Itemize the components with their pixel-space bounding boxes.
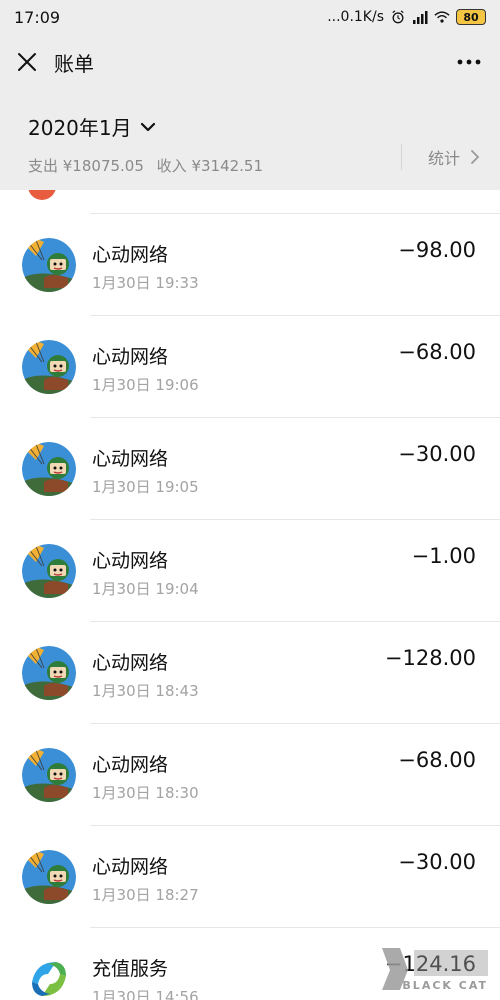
battery-icon: 80 — [456, 9, 486, 25]
net-speed: ...0.1K/s — [327, 9, 384, 25]
transaction-row[interactable]: 心动网络 1月30日 18:27 −30.00 — [0, 826, 500, 928]
game-avatar-icon — [22, 442, 76, 496]
game-avatar-icon — [22, 748, 76, 802]
transaction-time: 1月30日 19:33 — [92, 274, 199, 292]
transaction-time: 1月30日 14:56 — [92, 988, 199, 1000]
transaction-amount: −30.00 — [398, 442, 476, 466]
transaction-amount: −30.00 — [398, 850, 476, 874]
game-avatar-icon — [22, 544, 76, 598]
transaction-amount: −1.00 — [411, 544, 476, 568]
stats-link[interactable]: 统计 — [400, 144, 480, 170]
chevron-right-icon — [471, 150, 479, 164]
page-title: 账单 — [54, 51, 94, 76]
transaction-row[interactable]: 心动网络 1月30日 19:04 −1.00 — [0, 520, 500, 622]
transaction-time: 1月30日 19:06 — [92, 376, 199, 394]
month-selector[interactable]: 2020年1月 — [28, 112, 168, 141]
alarm-icon — [392, 10, 404, 24]
transaction-time: 1月30日 19:05 — [92, 478, 199, 496]
close-icon[interactable] — [16, 51, 38, 73]
merchant-name: 心动网络 — [92, 244, 169, 266]
merchant-name: 心动网络 — [92, 652, 169, 674]
partial-avatar — [28, 190, 56, 200]
merchant-name: 心动网络 — [92, 550, 169, 572]
merchant-name: 心动网络 — [92, 448, 169, 470]
status-bar: 17:09 ...0.1K/s 80 — [0, 0, 500, 34]
status-time: 17:09 — [14, 7, 61, 27]
signal-icon — [413, 11, 428, 24]
transaction-row[interactable]: 心动网络 1月30日 19:33 −98.00 — [0, 214, 500, 316]
transaction-list[interactable]: 心动网络 1月30日 19:33 −98.00 心动网络 1月30日 19:06… — [0, 190, 500, 1000]
merchant-name: 心动网络 — [92, 346, 169, 368]
stats-label: 统计 — [427, 149, 460, 168]
transaction-amount: −128.00 — [384, 646, 476, 670]
expense-total: 支出 ¥18075.05 — [28, 157, 144, 175]
merchant-name: 充值服务 — [92, 958, 169, 980]
transaction-time: 1月30日 18:27 — [92, 886, 199, 904]
transaction-row[interactable]: 心动网络 1月30日 18:30 −68.00 — [0, 724, 500, 826]
more-icon[interactable] — [456, 52, 482, 72]
month-header: 2020年1月 支出 ¥18075.05 收入 ¥3142.51 统计 — [0, 90, 500, 190]
watermark: BLACK CAT — [378, 942, 496, 996]
game-avatar-icon — [22, 850, 76, 904]
merchant-name: 心动网络 — [92, 754, 169, 776]
partial-list-item[interactable] — [28, 190, 500, 214]
transaction-row[interactable]: 心动网络 1月30日 18:43 −128.00 — [0, 622, 500, 724]
wifi-icon — [434, 11, 450, 23]
transaction-amount: −68.00 — [398, 748, 476, 772]
transaction-time: 1月30日 18:30 — [92, 784, 199, 802]
transaction-amount: −98.00 — [398, 238, 476, 262]
title-bar: 账单 — [0, 34, 500, 90]
transaction-amount: −68.00 — [398, 340, 476, 364]
game-avatar-icon — [22, 340, 76, 394]
income-total: 收入 ¥3142.51 — [156, 157, 264, 175]
transaction-row[interactable]: 心动网络 1月30日 19:05 −30.00 — [0, 418, 500, 520]
merchant-name: 心动网络 — [92, 856, 169, 878]
game-avatar-icon — [22, 646, 76, 700]
month-label: 2020年1月 — [28, 116, 132, 140]
watermark-text: BLACK CAT — [402, 979, 488, 992]
status-icons: ...0.1K/s 80 — [327, 9, 486, 25]
transaction-time: 1月30日 19:04 — [92, 580, 199, 598]
chevron-down-icon — [140, 122, 155, 131]
transaction-row[interactable]: 心动网络 1月30日 19:06 −68.00 — [0, 316, 500, 418]
recharge-service-icon — [22, 952, 76, 1000]
game-avatar-icon — [22, 238, 76, 292]
transaction-time: 1月30日 18:43 — [92, 682, 199, 700]
